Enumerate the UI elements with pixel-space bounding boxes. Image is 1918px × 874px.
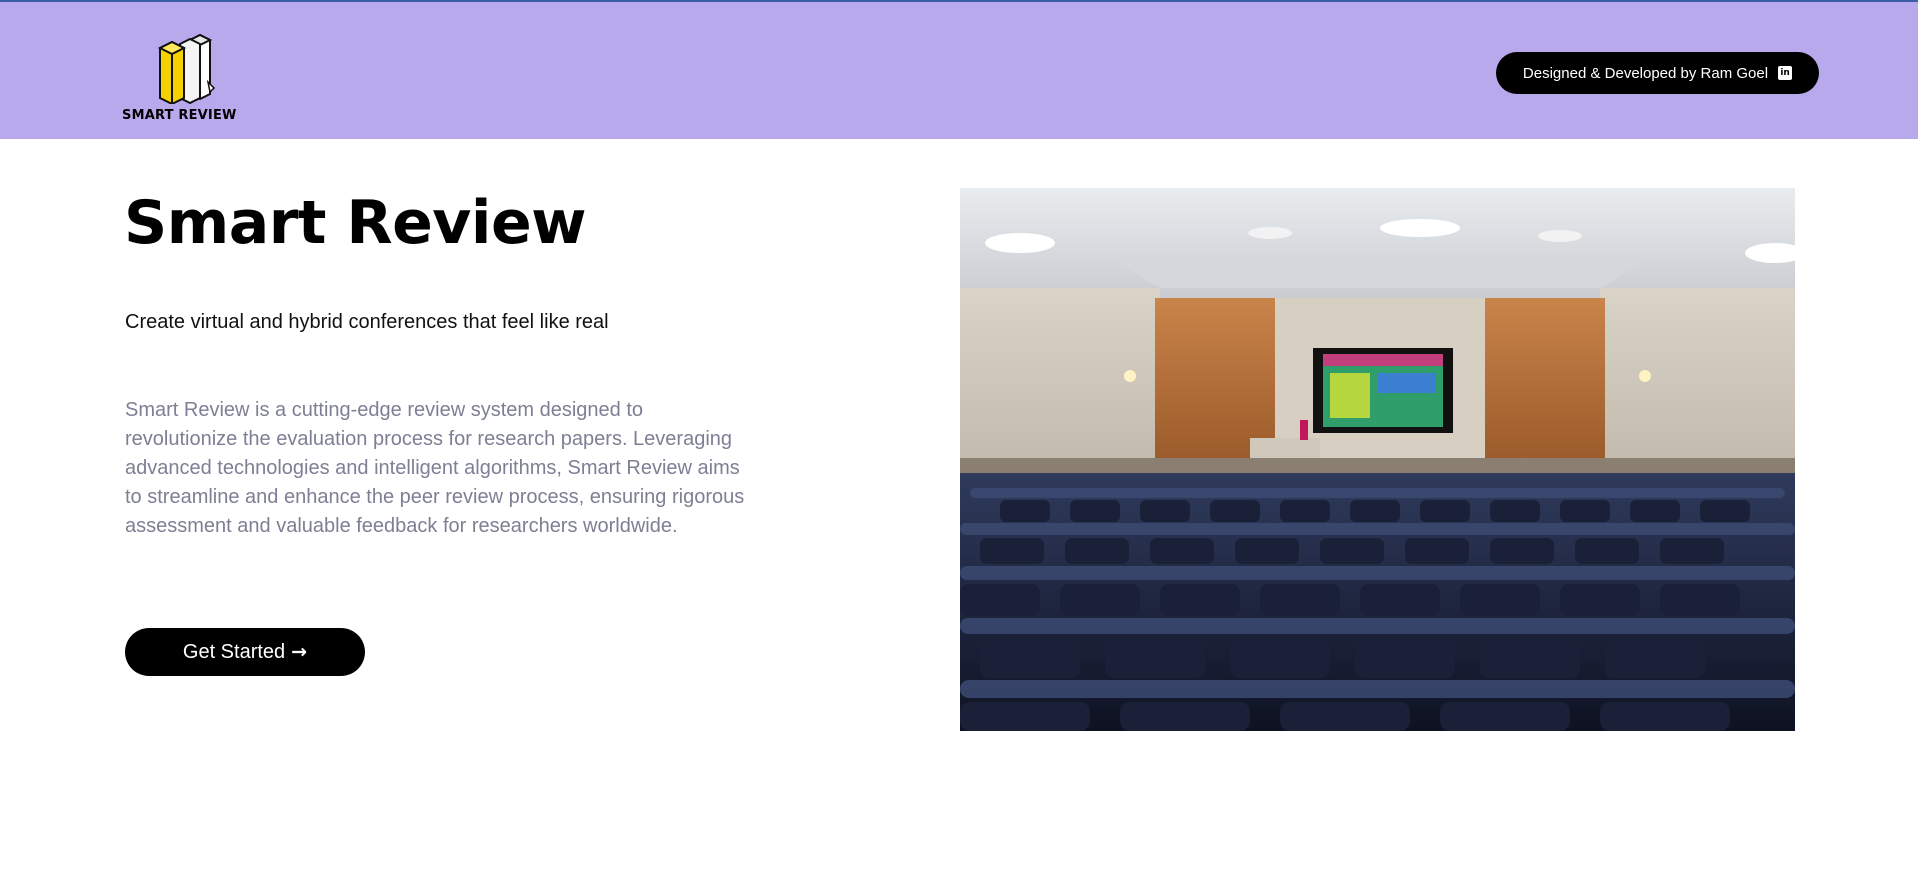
site-header: SMART REVIEW Designed & Developed by Ram… xyxy=(0,2,1918,139)
get-started-button[interactable]: Get Started → xyxy=(125,628,365,676)
get-started-label: Get Started xyxy=(182,640,286,663)
hero-subtitle: Create virtual and hybrid conferences th… xyxy=(125,311,609,333)
linkedin-icon: in xyxy=(1778,66,1793,80)
page-title: Smart Review xyxy=(124,188,587,258)
developer-credit-button[interactable]: Designed & Developed by Ram Goel in xyxy=(1496,52,1819,94)
conference-auditorium-image xyxy=(960,188,1795,731)
logo[interactable]: SMART REVIEW xyxy=(120,32,260,127)
auditorium-illustration xyxy=(960,188,1795,731)
books-icon xyxy=(157,33,216,104)
arrow-right-icon: → xyxy=(291,640,308,663)
logo-text: SMART REVIEW xyxy=(122,108,237,123)
hero-description: Smart Review is a cutting-edge review sy… xyxy=(125,399,745,537)
developer-credit-label: Designed & Developed by Ram Goel xyxy=(1522,64,1769,82)
